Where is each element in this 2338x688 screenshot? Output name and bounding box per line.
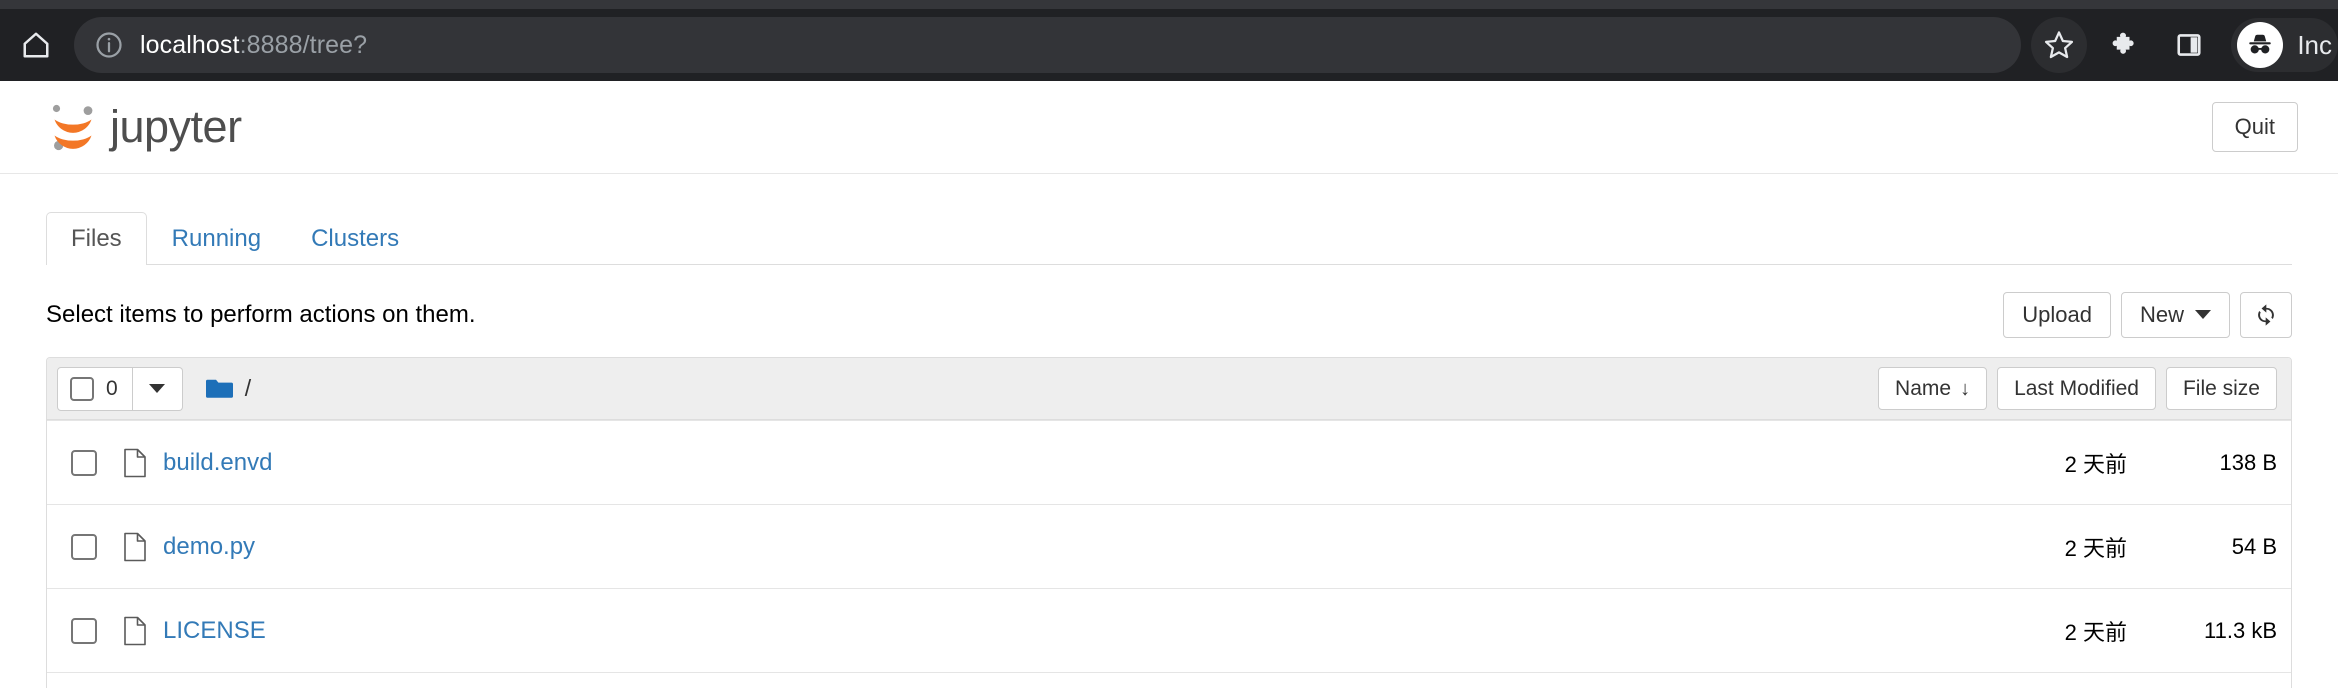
url-host: localhost	[140, 30, 240, 59]
side-panel-icon[interactable]	[2165, 17, 2213, 73]
star-icon[interactable]	[2031, 17, 2088, 73]
refresh-button[interactable]	[2240, 292, 2292, 338]
select-all-group: 0	[57, 366, 183, 411]
file-size: 11.3 kB	[2204, 617, 2277, 643]
checkbox-icon[interactable]	[70, 376, 94, 401]
breadcrumb-path[interactable]: /	[245, 375, 251, 402]
file-name-link[interactable]: build.envd	[163, 449, 272, 477]
breadcrumb: /	[205, 375, 251, 402]
refresh-icon	[2258, 304, 2274, 326]
select-items-hint: Select items to perform actions on them.	[46, 301, 476, 328]
folder-icon[interactable]	[205, 377, 235, 401]
new-button[interactable]: New	[2120, 291, 2230, 339]
table-row[interactable]: LICENSE 2 天前 11.3 kB	[47, 588, 2291, 672]
tab-running[interactable]: Running	[147, 212, 286, 265]
browser-tab-strip	[0, 0, 2338, 9]
file-icon	[123, 448, 147, 478]
tab-clusters[interactable]: Clusters	[286, 212, 424, 265]
file-size: 54 B	[2231, 533, 2277, 559]
table-row[interactable]: build.envd 2 天前 138 B	[47, 420, 2291, 504]
jupyter-header: jupyter Quit	[0, 81, 2338, 174]
action-toolbar: Select items to perform actions on them.…	[46, 291, 2292, 339]
table-row[interactable]: README.md 2 天前 4.45 kB	[47, 672, 2291, 688]
file-modified: 2 天前	[2064, 619, 2127, 645]
incognito-indicator[interactable]: Inc	[2231, 18, 2338, 72]
browser-chrome: localhost:8888/tree? Inc	[0, 0, 2338, 81]
incognito-avatar-icon	[2237, 22, 2284, 68]
puzzle-piece-icon[interactable]	[2101, 17, 2149, 73]
jupyter-wordmark: jupyter	[110, 101, 242, 152]
table-row[interactable]: demo.py 2 天前 54 B	[47, 504, 2291, 588]
file-name-link[interactable]: demo.py	[163, 533, 255, 561]
caret-down-icon	[149, 384, 166, 393]
quit-button[interactable]: Quit	[2211, 101, 2298, 153]
row-checkbox[interactable]	[71, 533, 97, 560]
file-list: 0 / Name ↓ Last Modified File size build…	[46, 357, 2292, 688]
file-icon	[123, 532, 147, 562]
jupyter-page: jupyter Quit Files Running Clusters Sele…	[0, 81, 2338, 688]
file-modified: 2 天前	[2064, 451, 2127, 477]
address-bar[interactable]: localhost:8888/tree?	[74, 17, 2022, 73]
new-button-label: New	[2139, 301, 2184, 327]
file-icon	[123, 616, 147, 646]
sort-by-file-size-button[interactable]: File size	[2165, 366, 2277, 411]
home-icon[interactable]	[8, 17, 64, 73]
sort-name-label: Name	[1895, 376, 1952, 400]
selected-count: 0	[106, 376, 118, 400]
url-text: localhost:8888/tree?	[140, 31, 367, 60]
browser-toolbar: localhost:8888/tree? Inc	[0, 9, 2338, 81]
file-list-header: 0 / Name ↓ Last Modified File size	[47, 358, 2291, 420]
sort-by-last-modified-button[interactable]: Last Modified	[1997, 366, 2156, 411]
upload-button[interactable]: Upload	[2003, 291, 2111, 339]
caret-down-icon	[2195, 310, 2211, 320]
file-modified: 2 天前	[2064, 535, 2127, 561]
url-path: :8888/tree?	[239, 30, 368, 59]
select-dropdown-button[interactable]	[132, 366, 183, 411]
select-all-button[interactable]: 0	[57, 366, 133, 411]
row-checkbox[interactable]	[71, 449, 97, 476]
row-checkbox[interactable]	[71, 617, 97, 644]
info-circle-icon[interactable]	[92, 28, 126, 62]
file-name-link[interactable]: LICENSE	[163, 617, 266, 645]
nav-tabs: Files Running Clusters	[46, 212, 2292, 265]
jupyter-logo-icon[interactable]: jupyter	[46, 98, 242, 156]
file-size: 138 B	[2219, 449, 2278, 475]
sort-descending-arrow-icon: ↓	[1960, 377, 1971, 400]
incognito-label: Inc	[2297, 29, 2332, 60]
sort-by-name-button[interactable]: Name ↓	[1878, 366, 1988, 411]
tab-files[interactable]: Files	[46, 212, 147, 265]
